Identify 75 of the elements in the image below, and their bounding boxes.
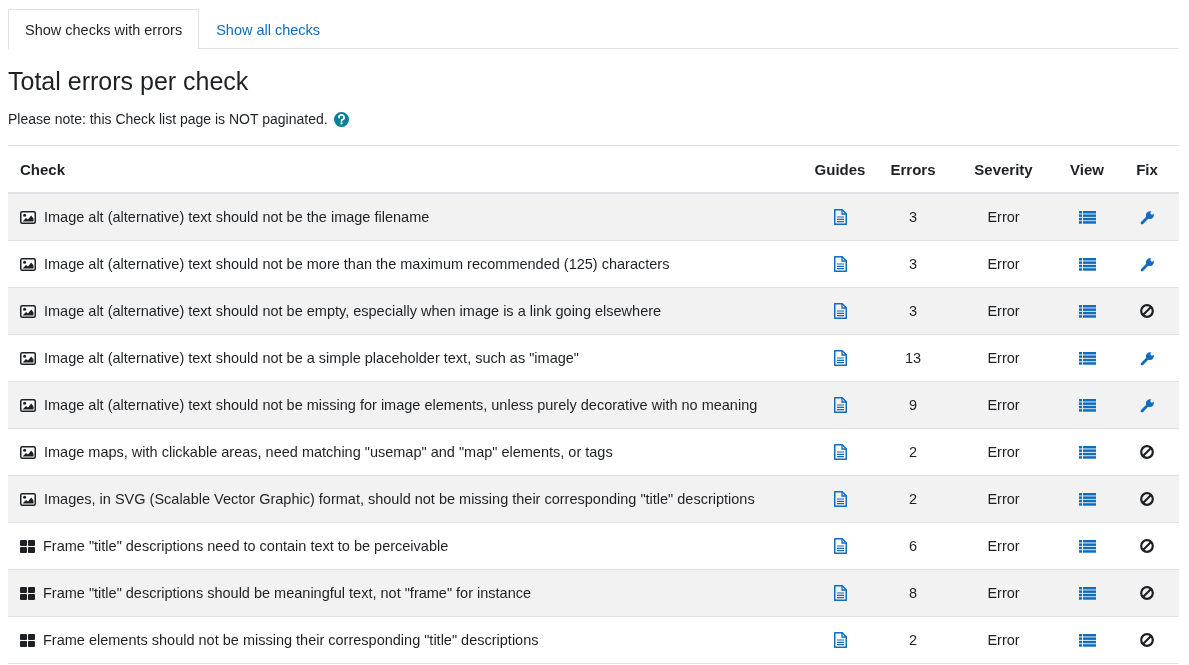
tab[interactable]: Show all checks <box>199 9 338 49</box>
wrench-icon[interactable] <box>1139 397 1155 413</box>
image-icon <box>20 257 36 271</box>
wrench-icon[interactable] <box>1139 350 1155 366</box>
grid-icon <box>20 586 35 600</box>
severity-text: Error <box>987 585 1020 601</box>
check-name: Image alt (alternative) text should not be empty, especially when image is a link going elsewhere <box>44 303 662 319</box>
severity-text: Error <box>987 632 1020 648</box>
image-icon <box>20 445 36 459</box>
column-header: Fix <box>1136 160 1158 178</box>
wrench-icon[interactable] <box>1139 209 1155 225</box>
document-icon[interactable] <box>833 350 847 366</box>
check-name: Frame "title" descriptions need to contain text to be perceivable <box>43 538 449 554</box>
check-name: Image alt (alternative) text should not be the image filename <box>44 209 430 225</box>
list-icon[interactable] <box>1078 304 1096 318</box>
error-count: 13 <box>904 350 922 366</box>
check-name: Images, in SVG (Scalable Vector Graphic) format, should not be missing their corresponding "title" descriptions <box>44 491 755 507</box>
severity-text: Error <box>987 491 1020 507</box>
note-text: Please note: this Check list page is NOT paginated. <box>8 111 328 127</box>
document-icon[interactable] <box>833 491 847 507</box>
document-icon[interactable] <box>833 444 847 460</box>
error-count: 2 <box>908 632 918 648</box>
check-name: Image maps, with clickable areas, need matching "usemap" and "map" elements, or tags <box>44 444 613 460</box>
document-icon[interactable] <box>833 585 847 601</box>
list-icon[interactable] <box>1078 492 1096 506</box>
severity-text: Error <box>987 256 1020 272</box>
error-count: 8 <box>908 585 918 601</box>
column-header: Errors <box>890 160 936 178</box>
help-icon[interactable] <box>333 111 349 127</box>
error-count: 3 <box>908 209 918 225</box>
error-count: 3 <box>908 303 918 319</box>
page-title: Total errors per check <box>8 66 250 96</box>
severity-text: Error <box>987 538 1020 554</box>
severity-text: Error <box>987 209 1020 225</box>
list-icon[interactable] <box>1078 351 1096 365</box>
check-name: Frame elements should not be missing their corresponding "title" descriptions <box>43 632 539 648</box>
document-icon[interactable] <box>833 303 847 319</box>
column-header: Guides <box>814 160 866 178</box>
image-icon <box>20 210 36 224</box>
severity-text: Error <box>987 303 1020 319</box>
severity-text: Error <box>987 397 1020 413</box>
severity-text: Error <box>987 350 1020 366</box>
document-icon[interactable] <box>833 538 847 554</box>
list-icon[interactable] <box>1078 398 1096 412</box>
column-header: View <box>1070 160 1104 178</box>
document-icon[interactable] <box>833 256 847 272</box>
image-icon <box>20 492 36 506</box>
column-header: Severity <box>974 160 1033 178</box>
image-icon <box>20 304 36 318</box>
severity-text: Error <box>987 444 1020 460</box>
grid-icon <box>20 539 35 553</box>
grid-icon <box>20 633 35 647</box>
error-count: 6 <box>908 538 918 554</box>
error-count: 3 <box>908 256 918 272</box>
document-icon[interactable] <box>833 209 847 225</box>
image-icon <box>20 398 36 412</box>
document-icon[interactable] <box>833 397 847 413</box>
list-icon[interactable] <box>1078 210 1096 224</box>
list-icon[interactable] <box>1078 257 1096 271</box>
list-icon[interactable] <box>1078 633 1096 647</box>
list-icon[interactable] <box>1078 445 1096 459</box>
column-header: Check <box>20 160 66 178</box>
check-name: Image alt (alternative) text should not be missing for image elements, unless purely decorative with no meaning <box>44 397 758 413</box>
image-icon <box>20 351 36 365</box>
document-icon[interactable] <box>833 632 847 648</box>
check-name: Frame "title" descriptions should be meaningful text, not "frame" for instance <box>43 585 532 601</box>
error-count: 2 <box>908 491 918 507</box>
error-count: 9 <box>908 397 918 413</box>
error-count: 2 <box>908 444 918 460</box>
list-icon[interactable] <box>1078 586 1096 600</box>
check-name: Image alt (alternative) text should not be more than the maximum recommended (125) characters <box>44 256 670 272</box>
list-icon[interactable] <box>1078 539 1096 553</box>
check-name: Image alt (alternative) text should not be a simple placeholder text, such as "image" <box>44 350 579 366</box>
tab[interactable]: Show checks with errors <box>8 9 200 49</box>
wrench-icon[interactable] <box>1139 256 1155 272</box>
